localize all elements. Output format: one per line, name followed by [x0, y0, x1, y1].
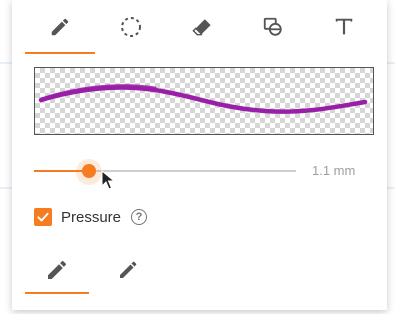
text-icon — [335, 18, 353, 35]
pen-type-highlighter[interactable] — [96, 248, 160, 292]
pen-type-selected-indicator — [25, 292, 89, 294]
tab-lasso-select[interactable] — [96, 0, 166, 54]
tab-shapes[interactable] — [238, 0, 308, 54]
checkmark-icon — [37, 212, 49, 222]
stroke-size-slider[interactable] — [34, 159, 296, 185]
mouse-cursor-icon — [101, 170, 115, 190]
tab-pencil[interactable] — [25, 0, 95, 54]
highlighter-icon — [120, 261, 137, 278]
stroke-size-readout: 1.1 mm — [312, 163, 356, 178]
pen-icon — [48, 260, 67, 279]
stroke-preview-line — [38, 84, 368, 114]
pencil-icon — [51, 18, 69, 36]
pressure-label: Pressure — [61, 208, 122, 226]
stroke-preview — [34, 67, 374, 135]
slider-thumb[interactable] — [82, 164, 97, 178]
pressure-checkbox[interactable] — [34, 208, 52, 226]
tab-selected-indicator — [25, 52, 95, 54]
tab-eraser[interactable] — [167, 0, 237, 54]
pressure-row: Pressure ? — [34, 206, 148, 228]
shapes-icon — [263, 17, 282, 36]
pen-type-pen[interactable] — [25, 248, 89, 292]
tool-tabs — [12, 0, 387, 54]
lasso-select-icon — [121, 17, 141, 37]
tab-text[interactable] — [309, 0, 379, 54]
eraser-icon — [192, 19, 211, 36]
help-icon[interactable]: ? — [131, 209, 148, 225]
pen-settings-panel: 1.1 mm Pressure ? — [12, 0, 387, 310]
